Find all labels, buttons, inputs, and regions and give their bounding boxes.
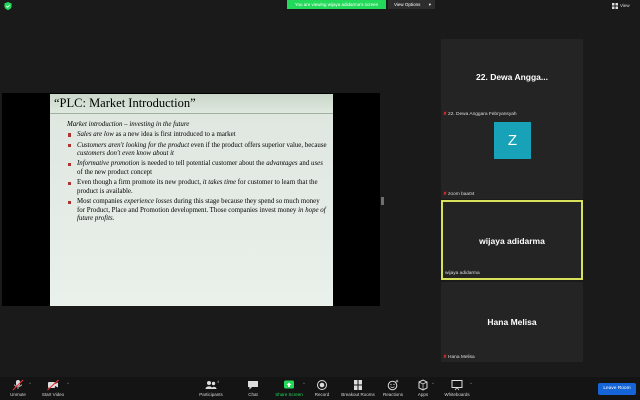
slide-bullet-text: and bbox=[297, 160, 312, 168]
slide-bullet-text: uses bbox=[311, 160, 323, 168]
participant-tile-wijaya[interactable]: wijaya adidarma wijaya adidarma bbox=[441, 200, 583, 280]
slide-bullet-text: Sales are low bbox=[77, 131, 114, 138]
apps-label: Apps bbox=[417, 392, 429, 397]
slide-bullet-text: of the new product concept bbox=[77, 168, 153, 176]
slide-bullet: Sales are low as a new idea is first int… bbox=[67, 131, 327, 139]
slide-bullet-text: Even though a firm promote its new produ… bbox=[77, 179, 203, 187]
breakout-rooms-icon bbox=[354, 380, 362, 390]
whiteboards-label: Whiteboards bbox=[444, 392, 470, 397]
start-video-label: Start Video bbox=[41, 392, 65, 397]
record-button[interactable]: Record bbox=[312, 379, 332, 397]
mic-muted-icon: ✘ bbox=[443, 112, 448, 117]
record-icon bbox=[317, 380, 327, 390]
participant-display-name: 22. Dewa Angga... bbox=[476, 72, 548, 82]
unmute-button[interactable]: Unmute bbox=[6, 379, 30, 397]
start-video-button[interactable]: Start Video bbox=[38, 379, 68, 397]
slide-bullet-text: even if the product offers superior valu… bbox=[189, 141, 327, 149]
slide-bullet-text: customers don't even know about it bbox=[77, 149, 174, 157]
participant-name-label: ✘22. Dewa Anggara Febryansyah bbox=[443, 112, 517, 117]
unmute-label: Unmute bbox=[10, 392, 26, 397]
participant-count-badge: 4 bbox=[217, 379, 220, 384]
view-label: View bbox=[620, 3, 630, 8]
chat-button[interactable]: Chat bbox=[243, 379, 263, 397]
whiteboards-button[interactable]: Whiteboards bbox=[443, 379, 471, 397]
slide-bullet: Informative promotion is needed to tell … bbox=[67, 160, 327, 177]
slide-title: “PLC: Market Introduction” bbox=[54, 96, 196, 110]
slide-bullet-text: Customers aren't looking for the product bbox=[77, 141, 190, 149]
slide-bullet-text: Most companies bbox=[77, 198, 125, 206]
slide-bullet: Most companies experience losses during … bbox=[67, 198, 327, 223]
viewing-screen-banner: You are viewing wijaya adidarma's screen bbox=[287, 0, 386, 9]
slide-bullet-text: is needed to tell potential customer abo… bbox=[139, 160, 267, 168]
chat-bubble-icon bbox=[248, 381, 258, 390]
share-screen-button[interactable]: Share Screen bbox=[274, 379, 304, 397]
slide-heading: Market introduction – investing in the f… bbox=[67, 121, 190, 128]
participant-name-label: wijaya adidarma bbox=[445, 271, 480, 276]
whiteboard-icon bbox=[451, 380, 463, 391]
slide-bullet-list: Sales are low as a new idea is first int… bbox=[67, 131, 327, 225]
top-bar: You are viewing wijaya adidarma's screen… bbox=[0, 0, 640, 12]
record-label: Record bbox=[314, 392, 330, 397]
view-options-button[interactable]: View Options ▾ bbox=[388, 0, 435, 9]
meeting-toolbar: Unmute ^ Start Video ^ Participants 4 Ch… bbox=[0, 377, 640, 400]
reactions-button[interactable]: Reactions bbox=[381, 379, 405, 397]
shield-icon[interactable] bbox=[4, 2, 12, 10]
participant-display-name: wijaya adidarma bbox=[479, 236, 545, 246]
view-options-label: View Options bbox=[394, 2, 421, 7]
split-handle[interactable] bbox=[381, 197, 384, 205]
breakout-rooms-label: Breakout Rooms bbox=[341, 392, 375, 397]
participants-label: Participants bbox=[199, 392, 223, 397]
participant-tile-zoom[interactable]: Z ✘zoom baa04 bbox=[441, 119, 583, 199]
view-button[interactable]: View bbox=[612, 2, 636, 10]
slide-bullet-text: Informative promotion bbox=[77, 160, 140, 168]
avatar: Z bbox=[494, 122, 531, 159]
breakout-rooms-button[interactable]: Breakout Rooms bbox=[340, 379, 376, 397]
slide-bullet: Customers aren't looking for the product… bbox=[67, 142, 327, 159]
participant-tile-dewa[interactable]: 22. Dewa Angga... ✘22. Dewa Anggara Febr… bbox=[441, 39, 583, 119]
slide-bullet-text: as a new idea is first introduced to a m… bbox=[113, 131, 236, 138]
leave-room-button[interactable]: Leave Room bbox=[598, 383, 636, 395]
mic-muted-icon: ✘ bbox=[443, 355, 448, 360]
participant-name-label: ✘zoom baa04 bbox=[443, 192, 475, 197]
reactions-label: Reactions bbox=[382, 392, 403, 397]
mic-muted-icon: ✘ bbox=[443, 192, 448, 197]
slide-bullet-text: advantages bbox=[266, 160, 298, 168]
people-icon bbox=[205, 381, 217, 389]
participants-button[interactable]: Participants 4 bbox=[196, 379, 226, 397]
video-camera-off-icon bbox=[47, 379, 59, 391]
apps-icon bbox=[418, 379, 428, 391]
grid-icon bbox=[612, 3, 618, 9]
presentation-slide: “PLC: Market Introduction” Market introd… bbox=[50, 94, 333, 306]
apps-button[interactable]: Apps bbox=[413, 379, 433, 397]
participant-tile-hana[interactable]: Hana Melisa ✘Hana Melisa bbox=[441, 282, 583, 362]
participant-name-label: ✘Hana Melisa bbox=[443, 355, 475, 360]
share-screen-icon bbox=[284, 380, 294, 389]
slide-bullet-text: experience losses bbox=[124, 198, 173, 206]
chat-label: Chat bbox=[248, 392, 258, 397]
slide-title-bar: “PLC: Market Introduction” bbox=[50, 94, 333, 114]
slide-bullet-text: it takes time bbox=[202, 179, 237, 187]
participant-display-name: Hana Melisa bbox=[487, 317, 537, 327]
smiley-plus-icon bbox=[387, 379, 399, 391]
microphone-muted-icon bbox=[12, 379, 24, 391]
chevron-down-icon: ▾ bbox=[428, 2, 431, 7]
slide-bullet: Even though a firm promote its new produ… bbox=[67, 179, 327, 196]
share-screen-label: Share Screen bbox=[275, 392, 303, 397]
